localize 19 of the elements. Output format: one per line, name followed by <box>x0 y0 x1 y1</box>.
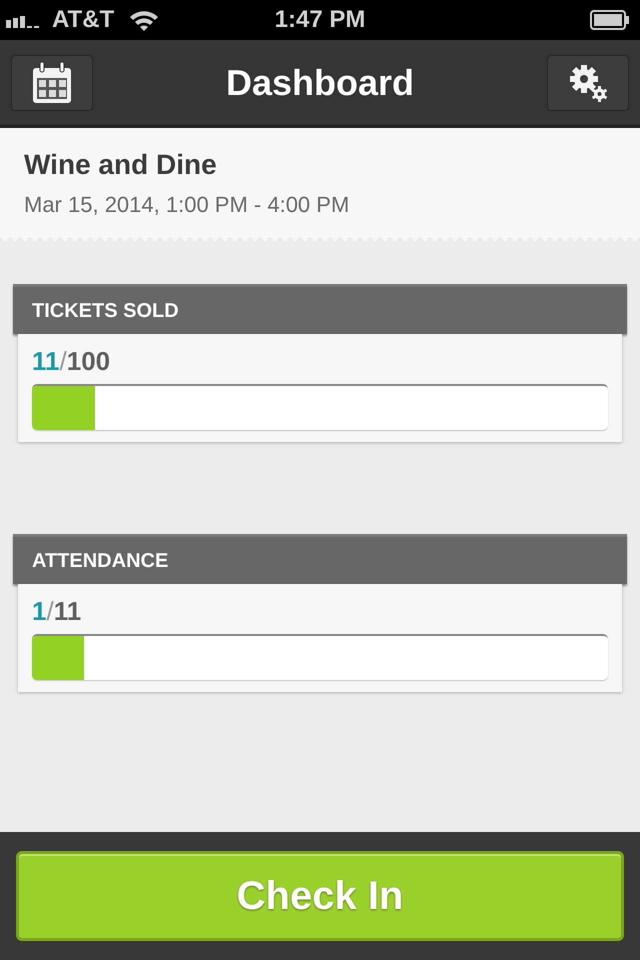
section-title: ATTENDANCE <box>32 548 168 574</box>
stat-separator: / <box>46 598 54 624</box>
screen-title: Dashboard <box>226 60 414 104</box>
event-date: Mar 15, 2014, 1:00 PM - 4:00 PM <box>24 191 350 219</box>
settings-button[interactable] <box>546 54 629 110</box>
settings-icon <box>568 62 608 102</box>
calendar-icon <box>32 62 72 104</box>
stat-separator: / <box>60 348 67 374</box>
stat-count: 1 <box>32 598 46 624</box>
carrier-name: AT&T <box>52 5 114 35</box>
battery-icon <box>590 10 630 30</box>
clock-time: 1:47 PM <box>274 5 366 35</box>
stat-total: 11 <box>54 598 82 624</box>
calendar-button[interactable] <box>11 54 93 110</box>
check-in-button[interactable]: Check In <box>16 851 624 941</box>
section-title: TICKETS SOLD <box>32 298 179 324</box>
stat-count: 11 <box>32 348 60 374</box>
event-name: Wine and Dine <box>24 148 218 182</box>
stat-total: 100 <box>66 348 110 374</box>
